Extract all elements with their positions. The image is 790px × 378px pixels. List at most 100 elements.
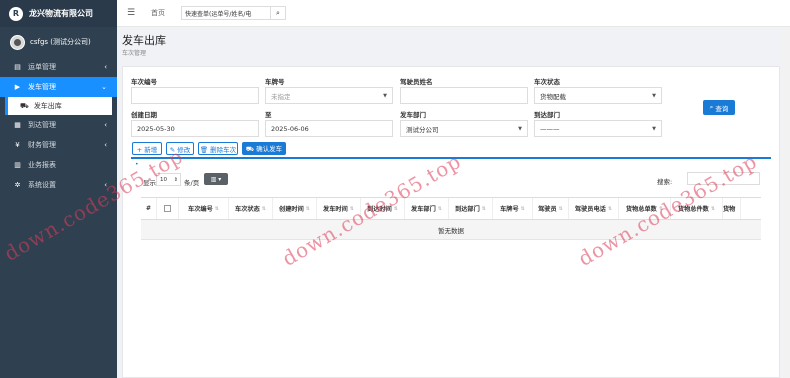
column-header-label: 发车部门 [411,206,436,213]
status-label: 车次状态 [534,78,560,86]
empty-state-row: 暂无数据 [141,220,761,240]
chevron-left-icon: ‹ [104,121,107,129]
column-header-label: 货物 [723,206,736,213]
column-header-arrive-time[interactable]: 到达时间 ⇅ [361,198,405,219]
per-page-label: 条/页 [184,179,200,187]
main-card: 车次编号 车牌号 驾驶员姓名 车次状态 未指定 ▼ 货物配载 ▼ 创建日期 至 … [122,66,780,378]
column-header-total-orders[interactable]: 货物总单数 ⇅ [619,198,671,219]
chevron-left-icon: ‹ [104,63,107,71]
driver-input[interactable] [400,87,528,104]
query-button-label: 查询 [715,104,729,113]
caret-down-icon: ▼ [518,125,522,132]
arrive-dept-select[interactable]: ——— ▼ [534,120,662,137]
page-title: 发车出库 [122,34,166,47]
column-header-goods[interactable]: 货物 [723,198,741,219]
sort-icon: ⇅ [393,205,398,212]
status-select[interactable]: 货物配载 ▼ [534,87,662,104]
sidebar-item-label: 财务管理 [28,141,56,149]
sidebar: R 龙兴物流有限公司 csfgs (测试分公司) ▤ 运单管理 ‹ ▶ 发车管理… [0,0,117,378]
search-icon[interactable]: ⌕ [271,6,286,20]
company-name: 龙兴物流有限公司 [29,9,93,18]
chevron-down-icon: ⌄ [101,83,107,91]
column-header-trip-no[interactable]: 车次编号 ⇅ [179,198,229,219]
select-all-checkbox[interactable] [164,205,171,212]
quick-search-input[interactable]: 快速查单(运单号/姓名/电 [181,6,271,20]
trip-no-input[interactable] [131,87,259,104]
column-header-label: 货物总件数 [677,206,709,213]
caret-down-icon: ▼ [383,92,387,99]
stepper-icon: ⇕ [173,176,178,183]
sort-icon: ⇅ [481,205,486,212]
column-header-driver[interactable]: 驾驶员 ⇅ [533,198,569,219]
sort-icon: ⇅ [710,205,716,212]
column-header-label: 创建时间 [279,206,304,213]
user-profile[interactable]: csfgs (测试分公司) [0,27,117,57]
to-date-input[interactable]: 2025-06-06 [265,120,393,137]
column-header-plate[interactable]: 车牌号 ⇅ [493,198,533,219]
query-button[interactable]: ⌕ 查询 [703,100,735,115]
depart-dept-select[interactable]: 测试分公司 ▼ [400,120,528,137]
depart-dept-value: 测试分公司 [406,125,439,134]
arrive-dept-label: 到达部门 [534,111,560,119]
column-header-created[interactable]: 创建时间 ⇅ [273,198,317,219]
page-size-select[interactable]: 10 ⇕ [156,173,181,186]
truck-icon: ▶ [14,83,21,91]
column-header-select[interactable] [157,198,179,219]
sidebar-item-waybill[interactable]: ▤ 运单管理 ‹ [0,57,117,77]
column-header-arrive-dept[interactable]: 到达部门 ⇅ [449,198,493,219]
scrollbar[interactable] [782,27,790,378]
column-header-status[interactable]: 车次状态 ⇅ [229,198,273,219]
created-label: 创建日期 [131,111,157,119]
column-header-label: 到达部门 [455,206,480,213]
column-header-label: 车次状态 [235,206,260,213]
brand[interactable]: R 龙兴物流有限公司 [0,0,117,27]
building-icon: ▦ [14,121,21,129]
column-header-depart-time[interactable]: 发车时间 ⇅ [317,198,361,219]
show-label: 显示 [143,179,156,187]
column-header-driver-phone[interactable]: 驾驶员电话 ⇅ [569,198,619,219]
sidebar-item-label: 发车管理 [28,83,56,91]
company-logo: R [9,6,23,21]
sidebar-item-departure[interactable]: ▶ 发车管理 ⌄ [0,77,117,97]
caret-down-icon: ▼ [652,92,656,99]
sort-icon: ⇅ [658,205,664,212]
column-header-depart-dept[interactable]: 发车部门 ⇅ [405,198,449,219]
table-icon: ▥ [14,161,21,169]
sort-icon: ⇅ [305,205,310,212]
arrive-dept-value: ——— [540,124,560,133]
gear-icon: ✲ [14,181,21,189]
sidebar-item-reports[interactable]: ▥ 业务报表 [0,155,117,175]
sidebar-item-label: 到达管理 [28,121,56,129]
sidebar-subitem-depart-outbound[interactable]: ⛟ 发车出库 [5,97,112,115]
created-date-input[interactable]: 2025-05-30 [131,120,259,137]
sort-icon: ⇅ [261,205,266,212]
search-icon: ⌕ [709,103,714,111]
edit-button[interactable]: ✎ 修改 [166,142,194,155]
sidebar-item-settings[interactable]: ✲ 系统设置 ‹ [0,175,117,195]
table-header-row: # 车次编号 ⇅ 车次状态 ⇅ 创建时间 ⇅ 发车时间 ⇅ 到达时间 ⇅ 发车部门 ⇅ 到达… [141,197,761,220]
delete-trip-button[interactable]: 🗑 删除车次 [198,142,238,155]
menu-toggle-icon[interactable]: ☰ [127,8,139,18]
table-search-input[interactable] [687,172,760,185]
column-header-total-pieces[interactable]: 货物总件数 ⇅ [671,198,723,219]
money-icon: ¥ [15,141,20,149]
add-button[interactable]: + 新增 [132,142,162,155]
caret-down-icon: ▼ [652,125,656,132]
column-header-index: # [141,198,157,219]
truck-icon: ⛟ [20,101,29,110]
sidebar-subitem-label: 发车出库 [33,102,62,110]
divider [131,157,771,159]
plate-select[interactable]: 未指定 ▼ [265,87,393,104]
sidebar-item-arrival[interactable]: ▦ 到达管理 ‹ [0,115,117,135]
columns-toggle-button[interactable]: ▥ ▾ [204,173,228,185]
plate-value: 未指定 [271,92,291,101]
status-value: 货物配载 [540,92,566,101]
to-label: 至 [265,111,272,119]
chevron-left-icon: ‹ [104,141,107,149]
sidebar-item-finance[interactable]: ¥ 财务管理 ‹ [0,135,117,155]
sidebar-item-label: 系统设置 [28,181,56,189]
tab-home[interactable]: 首页 [151,8,165,18]
sort-icon: ⇅ [607,205,613,212]
top-bar: ☰ 首页 快速查单(运单号/姓名/电 ⌕ [117,0,790,27]
confirm-depart-button[interactable]: ⛟ 确认发车 [242,142,286,155]
